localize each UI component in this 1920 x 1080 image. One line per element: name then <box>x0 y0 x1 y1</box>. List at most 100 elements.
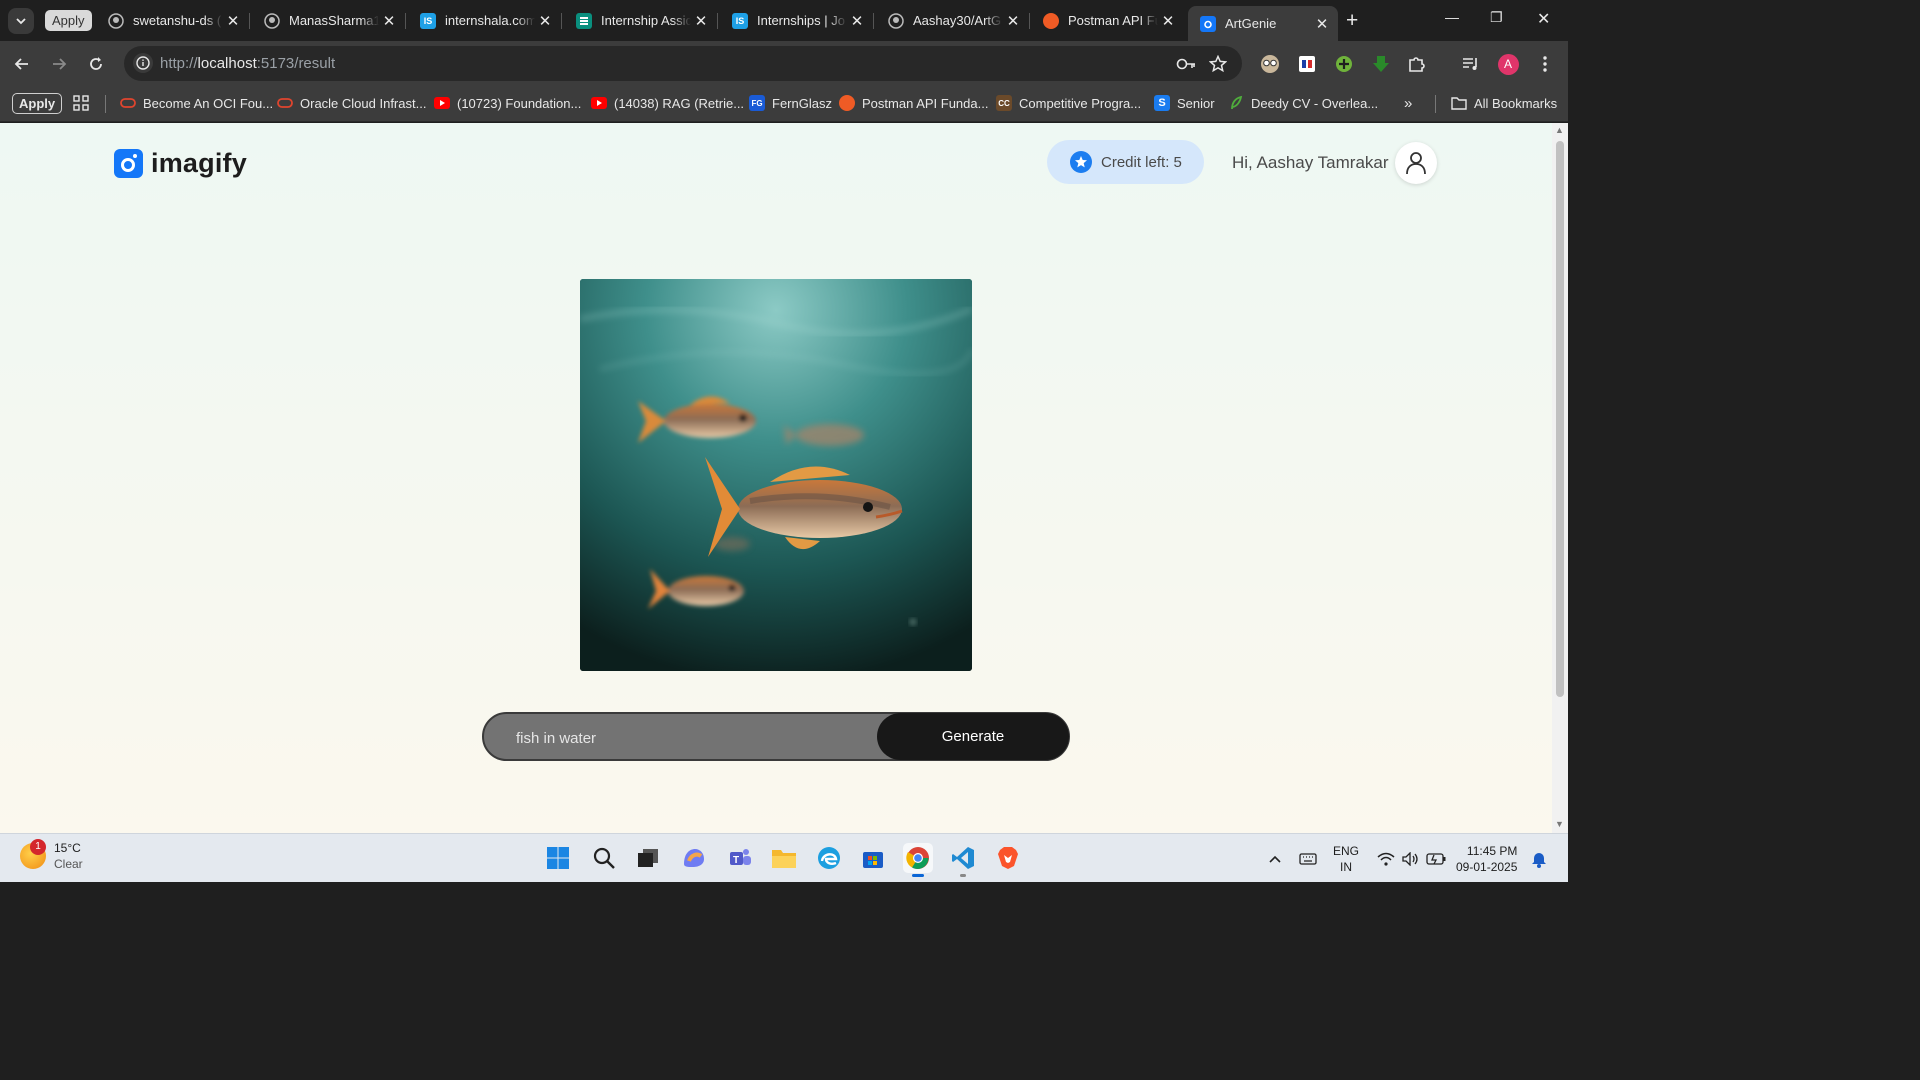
active-app-indicator <box>912 874 924 877</box>
close-icon[interactable]: ✕ <box>1312 15 1332 33</box>
task-view-icon <box>638 849 658 867</box>
battery-icon[interactable] <box>1426 834 1446 883</box>
logo-ring <box>121 158 135 172</box>
svg-text:T: T <box>733 855 739 866</box>
task-view-button[interactable] <box>633 843 663 873</box>
bookmark-deedy-cv[interactable]: Deedy CV - Overlea... <box>1228 95 1378 111</box>
more-bookmarks-chevron-icon[interactable]: » <box>1404 95 1412 112</box>
close-icon[interactable]: ✕ <box>379 12 399 30</box>
github-icon <box>108 12 124 29</box>
prompt-input[interactable] <box>516 727 856 749</box>
password-key-icon[interactable] <box>1175 53 1197 75</box>
reload-icon <box>90 57 102 70</box>
teams-icon: T <box>730 849 751 866</box>
minimize-button[interactable]: — <box>1445 9 1459 25</box>
bookmark-apply[interactable]: Apply <box>12 93 63 114</box>
weather-text: 15°C Clear <box>54 840 83 872</box>
bookmark-senior[interactable]: S Senior <box>1154 95 1215 111</box>
tab-artgenie[interactable]: ArtGenie ✕ <box>1188 6 1338 41</box>
tab-internships-jobs[interactable]: IS Internships | Jo ✕ <box>720 6 874 35</box>
temperature: 15°C <box>54 841 81 855</box>
weather-widget[interactable]: 1 15°C Clear <box>20 839 83 872</box>
restore-button[interactable]: ❐ <box>1490 9 1503 26</box>
extension-download-icon[interactable] <box>1370 53 1392 75</box>
close-icon[interactable]: ✕ <box>1158 12 1178 30</box>
credits-button[interactable]: Credit left: 5 <box>1047 140 1204 184</box>
taskbar-clock[interactable]: 11:45 PM 09-01-2025 <box>1456 843 1517 875</box>
arrow-left-icon <box>14 58 28 70</box>
close-window-button[interactable]: ✕ <box>1537 9 1550 29</box>
tab-search-button[interactable] <box>8 8 34 34</box>
taskbar-file-explorer[interactable] <box>769 843 799 873</box>
chrome-icon <box>906 847 929 869</box>
start-button[interactable] <box>543 843 573 873</box>
scrollbar-thumb[interactable] <box>1556 141 1564 697</box>
input-language-indicator[interactable]: ENG IN <box>1333 843 1359 875</box>
close-icon[interactable]: ✕ <box>1003 12 1023 30</box>
tab-aashay-artgenie[interactable]: Aashay30/ArtG ✕ <box>876 6 1030 35</box>
volume-icon[interactable] <box>1402 834 1420 883</box>
close-icon[interactable]: ✕ <box>847 12 867 30</box>
taskbar-brave[interactable] <box>993 843 1023 873</box>
taskbar-teams[interactable]: T <box>725 843 755 873</box>
bookmark-label: Postman API Funda... <box>862 95 989 111</box>
close-icon[interactable]: ✕ <box>691 12 711 30</box>
extension-plus-icon[interactable] <box>1333 53 1355 75</box>
bookmark-competitive-programming[interactable]: CC Competitive Progra... <box>996 95 1141 111</box>
taskbar-chrome[interactable] <box>903 843 933 877</box>
wifi-icon[interactable] <box>1377 834 1395 883</box>
credits-label: Credit left: 5 <box>1101 153 1182 171</box>
bookmarks-divider <box>1435 95 1436 113</box>
tab-swetanshu[interactable]: swetanshu-ds ( ✕ <box>96 6 250 35</box>
taskbar-edge[interactable] <box>814 843 844 873</box>
extension-flag-icon[interactable] <box>1296 53 1318 75</box>
address-bar[interactable]: http://localhost:5173/result <box>124 46 1242 81</box>
tab-postman[interactable]: Postman API Fu ✕ <box>1031 6 1184 35</box>
url-text: http://localhost:5173/result <box>160 55 335 72</box>
browser-menu-icon[interactable] <box>1534 53 1556 75</box>
app-logo[interactable]: imagify <box>114 148 247 179</box>
bookmark-youtube-foundation[interactable]: (10723) Foundation... <box>434 95 581 111</box>
taskbar-vscode[interactable] <box>948 843 978 877</box>
bookmark-fernglasz[interactable]: FG FernGlasz <box>749 95 832 111</box>
touch-keyboard-icon[interactable] <box>1299 834 1317 883</box>
scroll-down-icon[interactable]: ▼ <box>1555 819 1564 829</box>
extensions-puzzle-icon[interactable] <box>1406 53 1428 75</box>
bookmark-youtube-rag[interactable]: (14038) RAG (Retrie... <box>591 95 744 111</box>
tab-manassharma[interactable]: ManasSharma1 ✕ <box>252 6 406 35</box>
profile-avatar[interactable]: A <box>1497 53 1519 75</box>
generated-image <box>580 279 972 671</box>
apps-grid-icon[interactable] <box>73 95 89 111</box>
page-scrollbar[interactable]: ▲ ▼ <box>1552 123 1568 833</box>
taskbar-search-button[interactable] <box>589 843 619 873</box>
notification-bell-icon[interactable] <box>1531 834 1547 883</box>
url-scheme: http:// <box>160 55 198 72</box>
new-tab-button[interactable]: + <box>1346 9 1358 33</box>
taskbar-copilot[interactable] <box>679 843 709 873</box>
back-button[interactable] <box>9 51 35 77</box>
site-info-icon[interactable] <box>133 53 153 73</box>
tab-internshala[interactable]: IS internshala.com ✕ <box>408 6 562 35</box>
bookmark-oracle-cloud[interactable]: Oracle Cloud Infrast... <box>277 95 426 111</box>
bookmark-star-icon[interactable] <box>1207 53 1229 75</box>
extension-glasses-icon[interactable] <box>1259 53 1281 75</box>
show-hidden-icons-button[interactable] <box>1268 834 1282 883</box>
prompt-form: Generate <box>482 712 1070 761</box>
taskbar-store[interactable] <box>858 843 888 873</box>
youtube-icon <box>434 95 450 111</box>
generate-button[interactable]: Generate <box>877 713 1069 760</box>
close-icon[interactable]: ✕ <box>223 12 243 30</box>
reload-button[interactable] <box>83 51 109 77</box>
user-avatar[interactable] <box>1395 142 1437 184</box>
bookmark-postman[interactable]: Postman API Funda... <box>839 95 988 111</box>
scroll-up-icon[interactable]: ▲ <box>1555 125 1564 135</box>
all-bookmarks-button[interactable]: All Bookmarks <box>1451 95 1557 111</box>
media-control-icon[interactable] <box>1460 53 1482 75</box>
app-page: imagify Credit left: 5 Hi, Aashay Tamrak… <box>0 123 1552 833</box>
user-greeting: Hi, Aashay Tamrakar <box>1232 153 1389 172</box>
bookmark-oci-foundations[interactable]: Become An OCI Fou... <box>120 95 273 111</box>
forward-button[interactable] <box>46 51 72 77</box>
tab-internship-assignment[interactable]: Internship Assic ✕ <box>564 6 718 35</box>
close-icon[interactable]: ✕ <box>535 12 555 30</box>
tab-group-apply[interactable]: Apply <box>45 10 92 31</box>
